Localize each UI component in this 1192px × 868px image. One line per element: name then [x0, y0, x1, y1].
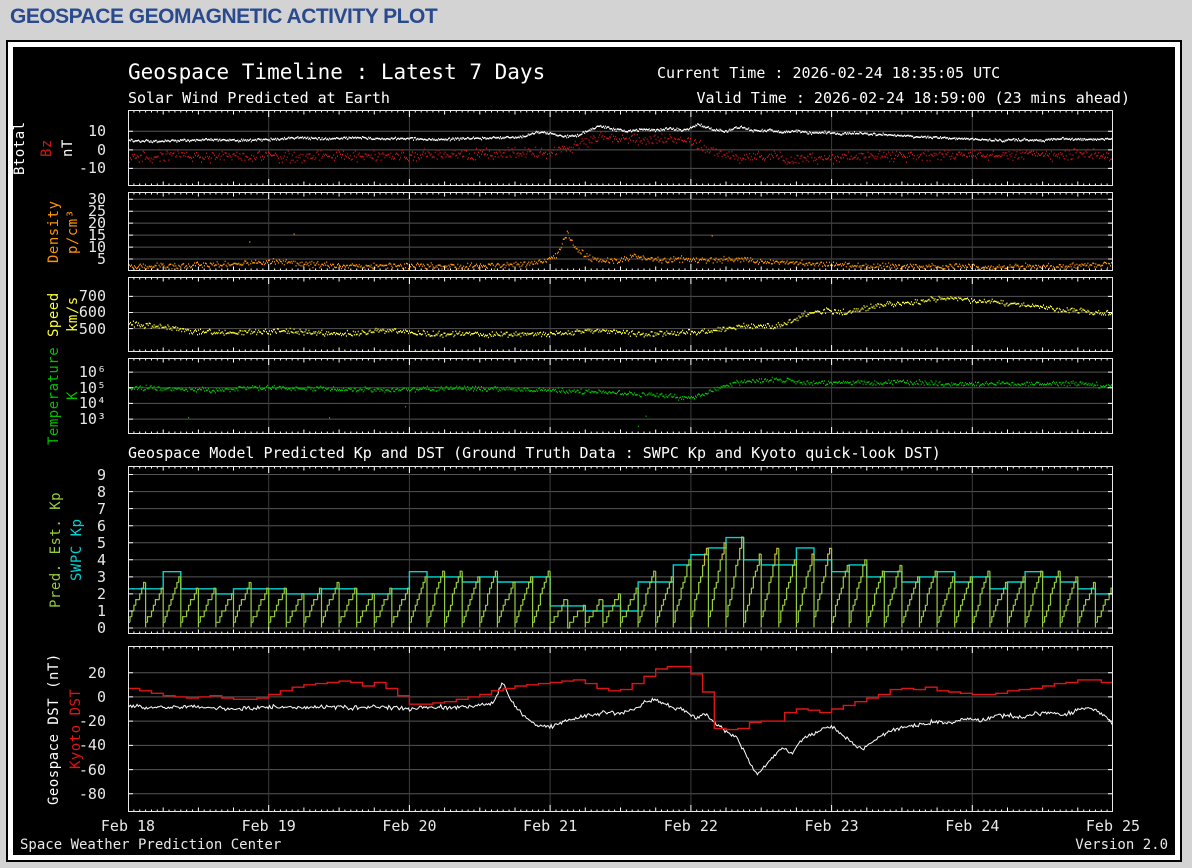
ytick-kp-7: 7	[96, 499, 106, 518]
series-btotal	[128, 123, 1113, 144]
ytick-dst-0: 0	[96, 687, 106, 706]
ytick-density-5: 5	[96, 250, 106, 269]
series-density	[128, 230, 1113, 271]
ytick-dst-80: -80	[78, 784, 106, 803]
series-bz	[128, 130, 1113, 165]
ytick-kp-9: 9	[96, 465, 106, 484]
ytick-kp-2: 2	[96, 584, 106, 603]
ytick-kp-1: 1	[96, 601, 106, 620]
page-title: GEOSPACE GEOMAGNETIC ACTIVITY PLOT	[10, 5, 438, 28]
ytick-bfield-0: 0	[96, 140, 106, 159]
axis-label-btotal: Btotal	[12, 121, 28, 175]
plot-frame: Geospace Timeline : Latest 7 Days Curren…	[6, 40, 1182, 862]
ytick-kp-0: 0	[96, 619, 106, 638]
ytick-dst-20: -20	[78, 712, 106, 731]
ytick-kp-3: 3	[96, 567, 106, 586]
footer-version: Version 2.0	[1075, 837, 1168, 853]
panel-kp-plot	[128, 466, 1113, 634]
panel-bfield-plot	[128, 110, 1113, 186]
series-kyoto-dst	[128, 665, 1113, 731]
ytick-kp-8: 8	[96, 482, 106, 501]
series-pred-est-kp-high	[703, 536, 832, 566]
panels-layer: Btotal Bz nT 10 0 -10 Density p/cm³ 30 25 20 15 10 5 S…	[12, 47, 1175, 855]
footer-source: Space Weather Prediction Center	[20, 837, 282, 853]
ytick-dst-60: -60	[78, 760, 106, 779]
ytick-speed-500: 500	[78, 319, 106, 338]
panel-speed-plot	[128, 277, 1113, 352]
series-speed	[128, 295, 1113, 339]
ytick-temperature-10: 10³	[78, 410, 106, 429]
panel-temperature-plot	[128, 358, 1113, 434]
panel-density-plot	[128, 192, 1113, 271]
ytick-kp-6: 6	[96, 516, 106, 535]
ytick-kp-5: 5	[96, 533, 106, 552]
ytick-dst-20: 20	[87, 663, 106, 682]
ytick-bfield-10: 10	[87, 122, 106, 141]
ytick-bfield-10: -10	[78, 159, 106, 178]
ytick-dst-40: -40	[78, 736, 106, 755]
ytick-kp-4: 4	[96, 550, 106, 569]
panel-dst-plot	[128, 646, 1113, 812]
plot-canvas: Geospace Timeline : Latest 7 Days Curren…	[12, 47, 1175, 855]
